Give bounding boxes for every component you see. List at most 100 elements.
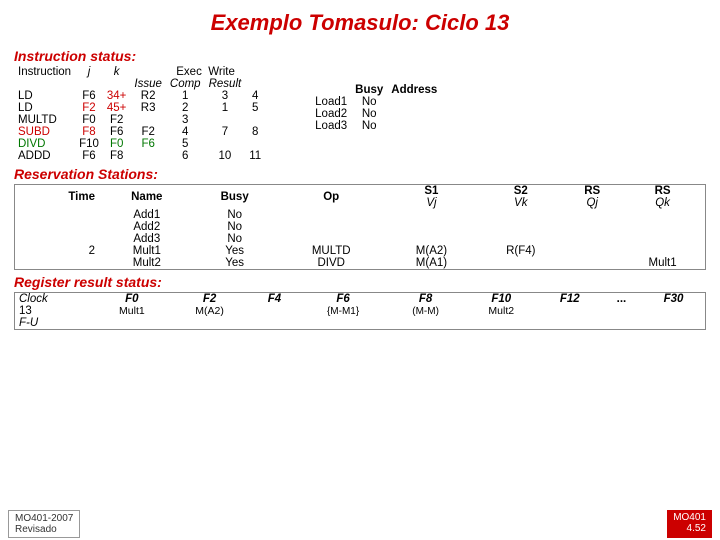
reg-val-f10: Mult2 — [464, 305, 539, 317]
reg-clock-label: Clock — [15, 293, 95, 306]
bottom-left-line1: MO401-2007 — [15, 513, 73, 524]
col-j: j — [75, 66, 103, 78]
ls-blank — [311, 84, 351, 96]
reservation-stations-section: Reservation Stations: Time Name Busy Op … — [14, 166, 706, 270]
reg-f8: F8 — [387, 293, 464, 306]
col-instruction: Instruction — [14, 66, 75, 78]
bottom-bar: MO401-2007 Revisado MO401 4.52 — [0, 508, 720, 540]
rs-qk — [620, 245, 705, 257]
bottom-right-info: MO401 4.52 — [667, 510, 712, 538]
reg-clock-value: 13 — [15, 305, 95, 317]
reg-f0: F0 — [95, 293, 170, 306]
instr-write: 5 — [245, 102, 265, 114]
rs-time-header: Time — [15, 185, 102, 210]
rs-op — [277, 209, 386, 221]
rs-qk-header: RSQk — [620, 185, 705, 210]
instr-exec — [205, 114, 246, 126]
rs-vj — [386, 233, 478, 245]
reg-val-f2: M(A2) — [169, 305, 250, 317]
bottom-right-line1: MO401 — [673, 512, 706, 523]
instr-exec: 10 — [205, 150, 246, 162]
ls-busy: No — [351, 120, 387, 132]
instr-name: LD — [14, 90, 75, 102]
instr-issue: 5 — [166, 138, 205, 150]
table-row: ADDD F6 F8 6 10 11 — [14, 150, 265, 162]
instr-k: F0 — [103, 138, 131, 150]
table-row: LD F2 45+ R3 2 1 5 — [14, 102, 265, 114]
instr-issue: 3 — [166, 114, 205, 126]
table-row: Load1 No — [311, 96, 441, 108]
rs-qj — [564, 245, 620, 257]
bottom-left-line2: Revisado — [15, 524, 73, 535]
instr-issue-reg: R2 — [130, 90, 166, 102]
reg-val-ellipsis — [601, 305, 642, 317]
rs-busy: Yes — [193, 257, 277, 270]
rs-name-header: Name — [101, 185, 193, 210]
rs-op-header: Op — [277, 185, 386, 210]
reg-f2: F2 — [169, 293, 250, 306]
page-title: Exemplo Tomasulo: Ciclo 13 — [0, 0, 720, 42]
rs-busy: No — [193, 209, 277, 221]
rs-qj — [564, 221, 620, 233]
rs-time — [15, 209, 102, 221]
instruction-status-header: Instruction status: — [14, 48, 706, 64]
col-blank1 — [14, 78, 75, 90]
rs-time — [15, 257, 102, 270]
reg-f6: F6 — [299, 293, 387, 306]
table-row: Add2 No — [15, 221, 706, 233]
instr-issue: 1 — [166, 90, 205, 102]
rs-vk — [477, 233, 564, 245]
rs-busy-header: Busy — [193, 185, 277, 210]
rs-vk: R(F4) — [477, 245, 564, 257]
col-comp: Comp — [166, 78, 205, 90]
instr-issue-reg: F2 — [130, 126, 166, 138]
load-store-wrapper: Busy Address Load1 No Load2 No — [311, 84, 441, 132]
instr-name: MULTD — [14, 114, 75, 126]
rs-op — [277, 221, 386, 233]
col-blank2 — [75, 78, 103, 90]
reg-val-f30 — [642, 305, 706, 317]
rs-name: Add3 — [101, 233, 193, 245]
instr-issue-reg — [130, 114, 166, 126]
reg-f10: F10 — [464, 293, 539, 306]
instr-name: DIVD — [14, 138, 75, 150]
instr-issue-reg: R3 — [130, 102, 166, 114]
table-row: DIVD F10 F0 F6 5 — [14, 138, 265, 150]
rs-qk — [620, 221, 705, 233]
ls-busy: No — [351, 108, 387, 120]
reg-val-f6: {M-M1} — [299, 305, 387, 317]
table-row: Load3 No — [311, 120, 441, 132]
ls-address — [387, 120, 441, 132]
rs-busy: No — [193, 221, 277, 233]
instr-k: F6 — [103, 126, 131, 138]
table-row: 13 Mult1 M(A2) {M-M1} (M-M) Mult2 — [15, 305, 706, 317]
reg-f12: F12 — [539, 293, 601, 306]
rs-time — [15, 221, 102, 233]
instr-issue: 2 — [166, 102, 205, 114]
load-store-table: Busy Address Load1 No Load2 No — [311, 84, 441, 132]
rs-vj: M(A2) — [386, 245, 478, 257]
rs-name: Add2 — [101, 221, 193, 233]
rs-vj — [386, 221, 478, 233]
rs-op — [277, 233, 386, 245]
instr-write: 11 — [245, 150, 265, 162]
reg-fu-label: F-U — [15, 317, 95, 330]
instr-issue: 6 — [166, 150, 205, 162]
instr-write: 4 — [245, 90, 265, 102]
table-row: MULTD F0 F2 3 — [14, 114, 265, 126]
ls-name: Load2 — [311, 108, 351, 120]
register-status-table: Clock F0 F2 F4 F6 F8 F10 F12 ... F30 13 … — [14, 292, 706, 330]
instr-exec — [205, 138, 246, 150]
reg-val-f4 — [250, 305, 299, 317]
col-issue-reg — [130, 66, 166, 78]
ls-busy: No — [351, 96, 387, 108]
ls-name: Load1 — [311, 96, 351, 108]
bottom-left-info: MO401-2007 Revisado — [8, 510, 80, 538]
rs-vj — [386, 209, 478, 221]
reg-f30: F30 — [642, 293, 706, 306]
ls-address — [387, 96, 441, 108]
reg-f4: F4 — [250, 293, 299, 306]
table-row: 2 Mult1 Yes MULTD M(A2) R(F4) — [15, 245, 706, 257]
instr-name: ADDD — [14, 150, 75, 162]
reg-val-f0: Mult1 — [95, 305, 170, 317]
